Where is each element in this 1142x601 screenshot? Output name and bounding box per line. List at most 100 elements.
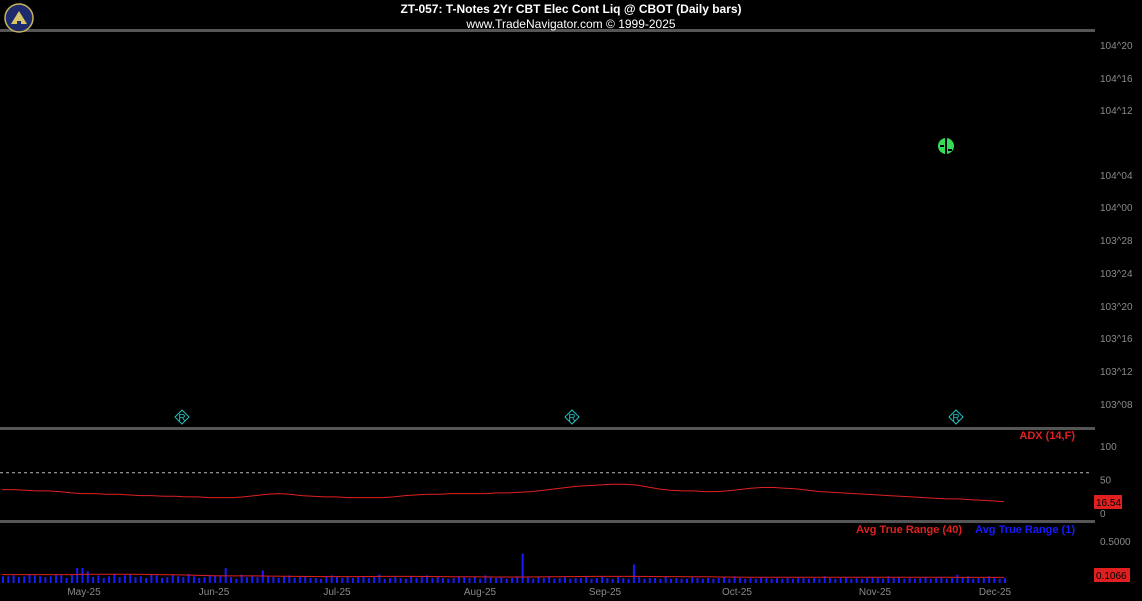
atr1-bar [850,578,853,583]
atr1-bar [569,578,572,583]
atr1-bar [410,576,413,583]
atr1-bar [314,578,317,583]
atr1-bar [723,577,725,583]
atr1-bar [951,578,953,583]
atr1-bar [431,578,434,583]
atr1-bar [198,578,201,583]
atr1-bar [235,578,238,583]
atr1-bar [802,578,805,583]
atr1-bar [383,578,386,583]
atr1-bar [505,578,508,583]
x-tick-label: Sep-25 [589,587,622,598]
atr1-bar [845,577,847,583]
atr1-bar [929,578,932,583]
atr-tick-label: 0.5000 [1100,537,1131,548]
atr1-bar [134,577,137,583]
atr1-bar [60,575,63,583]
atr1-bar [919,578,922,583]
atr1-bar [601,576,604,583]
atr1-bar [49,576,52,583]
svg-text:R: R [952,413,959,424]
atr1-bar [177,576,179,583]
x-tick-label: Jun-25 [199,587,230,598]
atr1-bar [283,576,285,583]
atr1-bar [39,576,42,583]
atr1-bar [691,577,694,583]
atr1-bar [654,578,657,583]
atr1-bar [394,577,397,583]
atr1-bar [336,577,338,583]
atr1-bar [670,578,672,583]
atr1-bar [982,578,985,583]
atr1-bar [935,578,938,583]
atr1-bar [898,577,900,583]
atr1-bar [81,567,84,583]
atr1-bar [882,578,885,583]
atr1-bar [155,575,158,583]
atr1-bar [961,577,964,583]
atr1-bar [574,578,577,583]
atr1-bar [913,578,916,583]
atr1-bar [664,577,667,583]
price-tick-label: 104^20 [1100,41,1133,52]
atr1-bar [786,578,789,583]
atr1-bar [738,578,741,583]
atr1-bar [813,578,816,583]
atr1-bar [251,575,254,583]
atr1-bar [346,577,349,583]
x-tick-label: Aug-25 [464,587,497,598]
atr1-bar [161,578,163,583]
atr1-bar [495,578,497,583]
atr1-bar [256,577,259,583]
atr1-bar [537,577,540,583]
atr1-bar [309,578,312,583]
atr1-bar [595,578,598,583]
atr1-bar [362,576,365,583]
atr1-bar [65,578,68,583]
atr1-bar [452,578,455,583]
atr1-bar [44,577,47,583]
atr1-bar [320,578,323,583]
atr1-bar [447,578,450,583]
atr1-bar [998,578,1001,583]
atr1-bar [208,575,211,583]
atr1-bar [760,577,763,583]
atr1-bar [977,578,980,583]
atr1-bar [500,577,503,583]
atr1-bar [511,578,513,583]
atr1-bar [442,578,444,583]
r-marker-icon: R [948,409,964,425]
x-tick-label: Dec-25 [979,587,1012,598]
atr1-bar [770,578,773,583]
atr1-bar [744,578,747,583]
atr1-bar [993,577,996,583]
atr1-bar [643,578,646,583]
atr1-bar [108,576,110,583]
atr1-bar [150,574,153,583]
atr1-bar [749,578,752,583]
atr1-bar [145,578,148,583]
adx-value-label: 16.54 [1096,498,1121,509]
atr1-bar [325,577,328,583]
atr1-bar [945,578,948,583]
atr1-bar [807,578,810,583]
atr1-bar [579,578,582,583]
price-tick-label: 103^12 [1100,367,1133,378]
atr1-bar [829,578,831,583]
atr1-bar [776,578,778,583]
atr1-bar [866,578,869,583]
panel-separator-1 [0,427,1095,430]
price-tick-label: 103^16 [1100,334,1133,345]
atr1-bar [118,577,121,583]
atr1-bar [272,577,275,583]
atr1-bar [436,577,439,583]
atr1-bar [606,578,609,583]
atr1-bar [298,577,301,583]
atr1-bar [33,575,36,583]
atr1-bar [219,575,222,583]
atr1-bar [532,578,535,583]
price-tick-label: 104^00 [1100,203,1133,214]
atr1-bar [696,578,699,583]
panel-separator-2 [0,520,1095,523]
chart-title: ZT-057: T-Notes 2Yr CBT Elec Cont Liq @ … [400,2,742,16]
